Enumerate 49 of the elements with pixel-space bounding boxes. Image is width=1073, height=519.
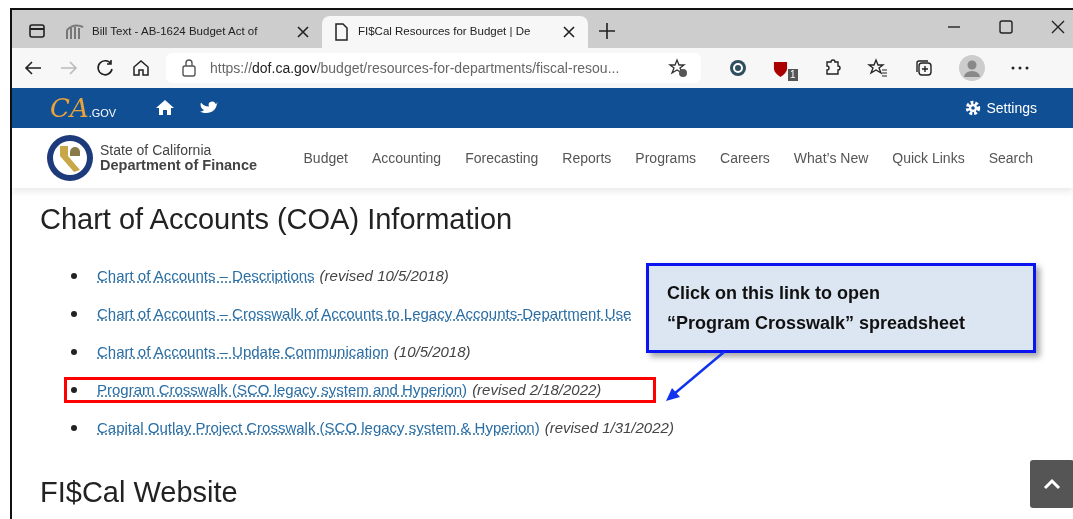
home-icon[interactable] — [130, 57, 152, 79]
bullet-icon — [71, 272, 77, 279]
document-link[interactable]: Chart of Accounts – Crosswalk of Accounts to Legacy Accounts-Department Use — [97, 302, 632, 326]
address-field[interactable]: https://dof.ca.gov/budget/resources-for-departments/fiscal-resou... — [166, 53, 701, 83]
revision-note: (10/5/2018) — [393, 341, 471, 362]
site-logo[interactable]: CA.GOV — [50, 95, 117, 121]
revision-note: (revised 1/31/2022) — [544, 417, 674, 438]
refresh-icon[interactable] — [94, 57, 116, 79]
department-name: Department of Finance — [100, 157, 258, 173]
nav-link[interactable]: Careers — [720, 147, 770, 169]
org-name: State of California — [100, 143, 213, 158]
bullet-icon — [71, 424, 77, 431]
favorites-icon[interactable] — [867, 57, 889, 79]
revision-note: (revised 2/18/2022) — [472, 379, 602, 400]
section-heading: FI$Cal Website — [40, 474, 238, 510]
bullet-icon — [71, 386, 77, 393]
pointer-arrow — [666, 351, 725, 401]
url-text: https://dof.ca.gov/budget/resources-for-departments/fiscal-resou... — [210, 58, 621, 78]
avatar-icon[interactable] — [959, 55, 985, 81]
document-link[interactable]: Capital Outlay Project Crosswalk (SCO legacy system & Hyperion) — [97, 416, 540, 440]
document-link[interactable]: Chart of Accounts – Update Communication — [97, 340, 389, 364]
nav-link[interactable]: Budget — [303, 147, 348, 169]
nav-link[interactable]: What’s New — [793, 147, 869, 169]
browser-tab[interactable]: Bill Text - AB-1624 Budget Act of — [56, 16, 322, 48]
add-favorite-icon[interactable] — [667, 57, 689, 79]
callout-text: Click on this link to open — [667, 282, 881, 305]
nav-link[interactable]: Accounting — [371, 147, 442, 169]
shield-icon[interactable] — [773, 60, 788, 80]
bullet-icon — [71, 348, 77, 355]
nav-link[interactable]: Programs — [635, 147, 697, 169]
document-link[interactable]: Chart of Accounts – Descriptions — [97, 264, 315, 288]
browser-tab[interactable]: FI$Cal Resources for Budget | De — [322, 16, 588, 48]
document-link[interactable]: Program Crosswalk (SCO legacy system and Hyperion) — [97, 378, 468, 402]
collections-icon[interactable] — [913, 57, 935, 79]
bullet-icon — [71, 310, 77, 317]
extension-badge: 1 — [788, 69, 798, 81]
callout-text: “Program Crosswalk” spreadsheet — [667, 312, 967, 335]
nav-link[interactable]: Search — [988, 147, 1033, 169]
settings-button[interactable]: Settings — [958, 96, 1043, 120]
nav-link[interactable]: Reports — [562, 147, 612, 169]
nav-link[interactable]: Quick Links — [892, 147, 965, 169]
nav-link[interactable]: Forecasting — [465, 147, 539, 169]
revision-note: (revised 10/5/2018) — [319, 265, 449, 286]
page-heading: Chart of Accounts (COA) Information — [40, 202, 514, 237]
seal-icon — [46, 134, 94, 182]
back-to-top-button[interactable] — [1030, 460, 1073, 508]
settings-icon — [964, 99, 983, 117]
extension-icon[interactable] — [727, 57, 749, 79]
new-tab-icon[interactable] — [596, 20, 618, 42]
